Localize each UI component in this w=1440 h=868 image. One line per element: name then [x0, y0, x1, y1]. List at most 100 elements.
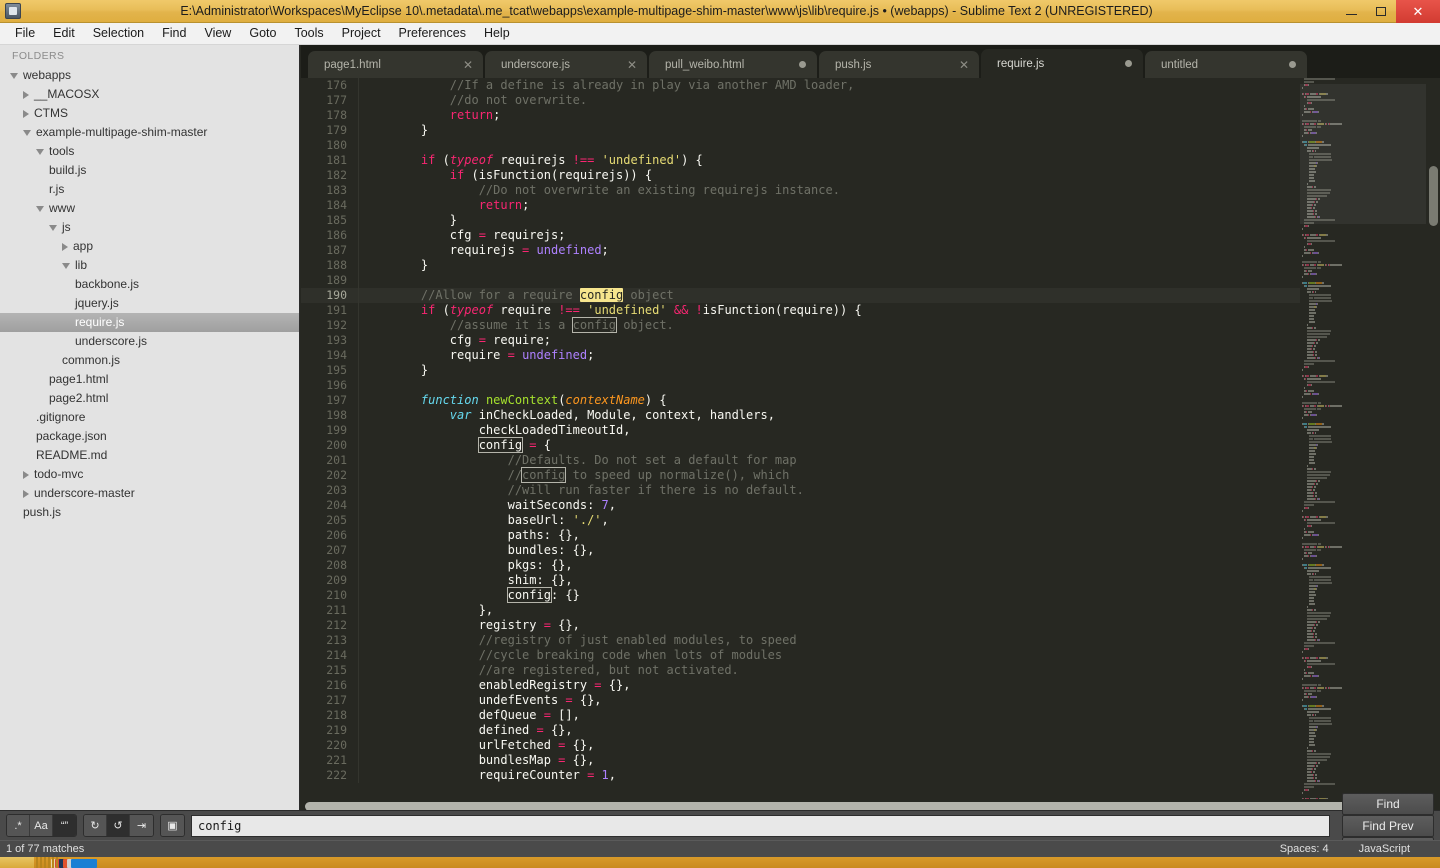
taskbar-item[interactable] [48, 857, 89, 868]
code-token: //Allow for a require [392, 288, 580, 302]
regex-toggle[interactable]: .* [7, 815, 30, 836]
tree-item[interactable]: example-multipage-shim-master [0, 123, 299, 142]
menu-item-view[interactable]: View [195, 24, 240, 43]
chevron-right-icon[interactable] [62, 242, 68, 251]
tab-close-icon[interactable]: ✕ [461, 59, 475, 71]
case-sensitive-toggle[interactable]: Aa [30, 815, 53, 836]
chevron-down-icon[interactable] [10, 72, 18, 79]
maximize-button[interactable] [1366, 0, 1396, 23]
tree-item[interactable]: underscore.js [0, 332, 299, 351]
minimap-segment [1318, 405, 1324, 407]
tab-unsaved-dot-icon[interactable] [795, 61, 809, 68]
find-input[interactable] [191, 814, 1330, 837]
tree-item[interactable]: README.md [0, 446, 299, 465]
wrap-toggle[interactable]: ↻ [84, 815, 107, 836]
chevron-down-icon[interactable] [49, 224, 57, 231]
start-button[interactable] [0, 857, 34, 868]
find-prev-button[interactable]: Find Prev [1342, 814, 1434, 837]
chevron-right-icon[interactable] [23, 90, 29, 99]
taskbar-item[interactable] [52, 857, 93, 868]
tree-item[interactable]: __MACOSX [0, 85, 299, 104]
menu-item-file[interactable]: File [6, 24, 44, 43]
tab-close-icon[interactable]: ✕ [625, 59, 639, 71]
tree-item[interactable]: backbone.js [0, 275, 299, 294]
tree-item[interactable]: lib [0, 256, 299, 275]
taskbar-item[interactable] [56, 857, 97, 868]
minimap[interactable] [1300, 78, 1426, 828]
tree-item[interactable]: app [0, 237, 299, 256]
minimap-line [1300, 231, 1426, 233]
tree-item[interactable]: page2.html [0, 389, 299, 408]
minimap-viewport[interactable] [1300, 84, 1426, 224]
editor-tab[interactable]: pull_weibo.html [649, 51, 817, 78]
tree-item[interactable]: tools [0, 142, 299, 161]
taskbar-item[interactable] [36, 857, 77, 868]
tree-item-label: tools [49, 144, 75, 158]
menu-item-help[interactable]: Help [475, 24, 519, 43]
editor-tab[interactable]: page1.html ✕ [308, 51, 483, 78]
code-editor[interactable]: 176 //If a define is already in play via… [301, 78, 1301, 828]
code-line: 218 defQueue = [], [301, 708, 1301, 723]
editor-tab[interactable]: untitled [1145, 51, 1307, 78]
vertical-scrollbar-thumb[interactable] [1429, 166, 1438, 226]
tree-item[interactable]: js [0, 218, 299, 237]
editor-tab[interactable]: underscore.js ✕ [485, 51, 647, 78]
editor-tab[interactable]: require.js [981, 49, 1143, 78]
syntax-status[interactable]: JavaScript [1359, 843, 1440, 855]
whole-word-toggle[interactable]: “” [53, 815, 76, 836]
tree-item[interactable]: build.js [0, 161, 299, 180]
tree-item[interactable]: underscore-master [0, 484, 299, 503]
tree-item[interactable]: package.json [0, 427, 299, 446]
chevron-down-icon[interactable] [62, 262, 70, 269]
tab-close-icon[interactable]: ✕ [957, 59, 971, 71]
tree-item[interactable]: r.js [0, 180, 299, 199]
taskbar-item[interactable] [44, 857, 85, 868]
tree-item[interactable]: webapps [0, 66, 299, 85]
minimap-line [1300, 420, 1426, 422]
minimap-segment [1309, 450, 1315, 452]
tab-unsaved-dot-icon[interactable] [1121, 60, 1135, 67]
chevron-down-icon[interactable] [36, 205, 44, 212]
code-line: 217 undefEvents = {}, [301, 693, 1301, 708]
tab-unsaved-dot-icon[interactable] [1285, 61, 1299, 68]
close-button[interactable]: ✕ [1396, 0, 1440, 23]
vertical-scrollbar[interactable] [1426, 78, 1440, 828]
tree-item[interactable]: page1.html [0, 370, 299, 389]
chevron-right-icon[interactable] [23, 109, 29, 118]
menu-item-preferences[interactable]: Preferences [390, 24, 475, 43]
chevron-right-icon[interactable] [23, 489, 29, 498]
tree-item[interactable]: www [0, 199, 299, 218]
menu-item-selection[interactable]: Selection [84, 24, 153, 43]
preserve-case-toggle[interactable]: ▣ [161, 815, 184, 836]
highlight-toggle[interactable]: ⇥ [130, 815, 153, 836]
tree-item[interactable]: .gitignore [0, 408, 299, 427]
taskbar-item[interactable] [40, 857, 81, 868]
tree-item[interactable]: jquery.js [0, 294, 299, 313]
menu-item-find[interactable]: Find [153, 24, 195, 43]
menu-bar: File Edit Selection Find View Goto Tools Projec… [0, 23, 1440, 45]
indent-status[interactable]: Spaces: 4 [1280, 843, 1359, 855]
code-line: 215 //are registered, but not activated. [301, 663, 1301, 678]
find-button[interactable]: Find [1342, 792, 1434, 815]
chevron-down-icon[interactable] [23, 129, 31, 136]
menu-item-tools[interactable]: Tools [285, 24, 332, 43]
menu-item-goto[interactable]: Goto [240, 24, 285, 43]
menu-item-project[interactable]: Project [333, 24, 390, 43]
editor-tab[interactable]: push.js ✕ [819, 51, 979, 78]
code-token: : {} [550, 588, 580, 602]
chevron-right-icon[interactable] [23, 470, 29, 479]
menu-item-edit[interactable]: Edit [44, 24, 84, 43]
code-token: 'undefined' [587, 303, 667, 317]
tree-item[interactable]: require.js [0, 313, 299, 332]
minimize-button[interactable] [1336, 0, 1366, 23]
in-selection-toggle[interactable]: ↺ [107, 815, 130, 836]
minimap-segment [1330, 687, 1342, 689]
tree-item[interactable]: common.js [0, 351, 299, 370]
tree-item[interactable]: push.js [0, 503, 299, 522]
chevron-down-icon[interactable] [36, 148, 44, 155]
line-number: 192 [326, 318, 347, 332]
tree-item[interactable]: todo-mvc [0, 465, 299, 484]
minimap-line [1300, 675, 1426, 677]
minimap-segment [1318, 261, 1321, 263]
tree-item[interactable]: CTMS [0, 104, 299, 123]
